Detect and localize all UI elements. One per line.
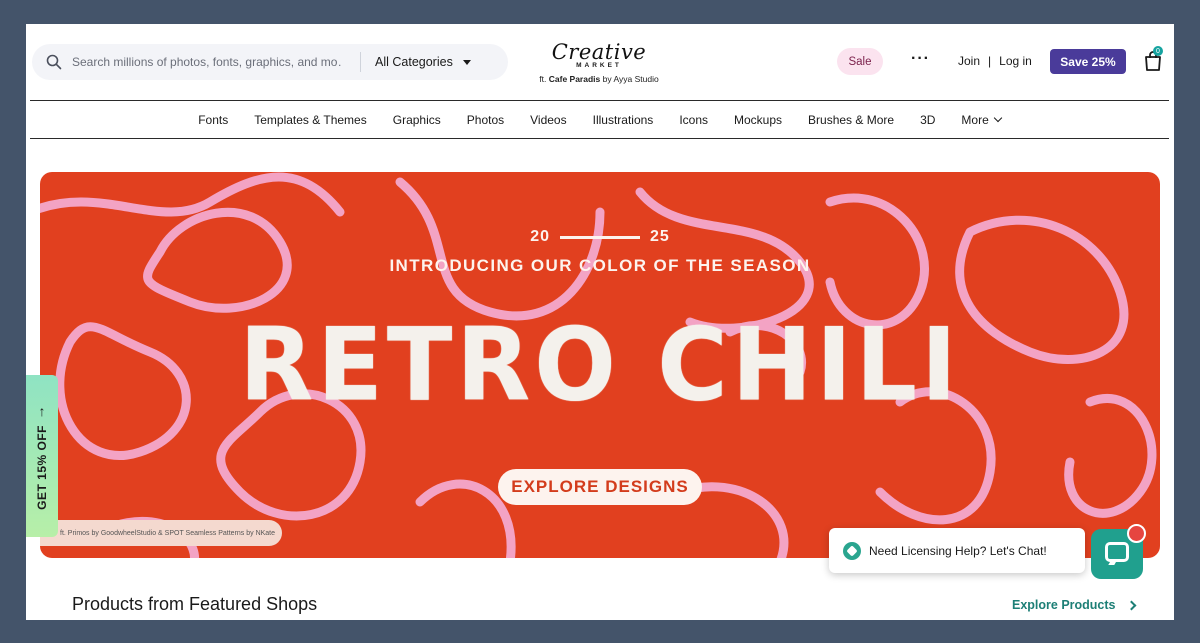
nav-item-label: Graphics (392, 112, 441, 127)
chat-bubble-icon (1105, 542, 1129, 562)
nav-item-photos[interactable]: Photos (467, 113, 504, 127)
search-icon[interactable] (46, 54, 62, 70)
page: All Categories Creative MARKET ft. Cafe … (26, 24, 1174, 620)
hero-title: RETRO CHILI (239, 306, 961, 424)
nav-item-label: Fonts (198, 112, 229, 127)
nav-item-graphics[interactable]: Graphics (393, 113, 441, 127)
logo[interactable]: Creative MARKET ft. Cafe Paradis by Ayya… (534, 40, 664, 85)
explore-designs-button[interactable]: EXPLORE DESIGNS (498, 469, 702, 505)
nav-item-label: Icons (679, 112, 708, 127)
explore-products-label: Explore Products (1012, 598, 1116, 612)
hero-year: 20 25 (40, 228, 1160, 246)
chat-prompt[interactable]: Need Licensing Help? Let's Chat! (829, 528, 1085, 573)
chat-prompt-text: Need Licensing Help? Let's Chat! (869, 543, 1047, 558)
nav-item-3d[interactable]: 3D (920, 113, 935, 127)
chat-notification-dot (1127, 524, 1146, 543)
search-divider (360, 52, 361, 72)
arrow-up-icon: ↑ (38, 403, 46, 419)
hero-year-divider (560, 235, 640, 239)
nav-item-icons[interactable]: Icons (679, 113, 708, 127)
nav-item-more[interactable]: More (961, 112, 1003, 127)
categories-label: All Categories (375, 55, 453, 69)
nav-item-label: Mockups (734, 112, 783, 127)
logo-credit-name: Cafe Paradis (548, 74, 601, 84)
logo-credit-prefix: ft. (539, 74, 547, 84)
nav-item-label: Brushes & More (808, 112, 895, 127)
login-link[interactable]: Log in (999, 54, 1032, 68)
logo-credit: ft. Cafe Paradis by Ayya Studio (534, 74, 664, 84)
chevron-right-icon (1126, 600, 1136, 610)
nav-item-label: More (961, 112, 989, 127)
logo-wordmark: Creative (551, 40, 647, 64)
hero-year-right: 25 (650, 228, 670, 245)
cart-count-badge: 0 (1153, 46, 1163, 56)
hero-year-left: 20 (530, 228, 550, 245)
discount-label: GET 15% OFF (35, 425, 49, 510)
nav-item-templates-themes[interactable]: Templates & Themes (254, 113, 367, 127)
hero-credit: ft. Primos by GoodwheelStudio & SPOT Sea… (40, 520, 282, 546)
save-button[interactable]: Save 25% (1050, 49, 1126, 74)
nav-item-label: Photos (466, 112, 505, 127)
search-bar: All Categories (32, 44, 508, 80)
caret-down-icon (462, 59, 471, 65)
nav-item-illustrations[interactable]: Illustrations (593, 113, 654, 127)
nav-item-label: Illustrations (592, 112, 654, 127)
categories-dropdown[interactable]: All Categories (375, 55, 471, 69)
search-input[interactable] (72, 55, 342, 69)
logo-credit-suffix: by Ayya Studio (602, 74, 659, 84)
category-nav: Fonts Templates & Themes Graphics Photos… (30, 100, 1169, 139)
chevron-down-icon (993, 113, 1003, 122)
explore-products-link[interactable]: Explore Products (1012, 598, 1136, 612)
nav-item-fonts[interactable]: Fonts (198, 113, 228, 127)
tag-icon (843, 541, 861, 560)
nav-item-mockups[interactable]: Mockups (734, 113, 782, 127)
hero-banner[interactable]: 20 25 INTRODUCING OUR COLOR OF THE SEASO… (40, 172, 1160, 558)
nav-item-brushes-more[interactable]: Brushes & More (808, 113, 894, 127)
discount-side-tab[interactable]: ↑ GET 15% OFF (26, 375, 58, 537)
nav-item-label: 3D (920, 112, 936, 127)
sale-button[interactable]: Sale (837, 48, 883, 75)
more-options-icon[interactable]: ··· (911, 50, 930, 68)
auth-links: Join | Log in (958, 54, 1032, 68)
hero-intro: INTRODUCING OUR COLOR OF THE SEASON (389, 256, 811, 275)
join-link[interactable]: Join (958, 54, 980, 68)
auth-separator: | (988, 54, 992, 68)
nav-item-videos[interactable]: Videos (530, 113, 566, 127)
section-title: Products from Featured Shops (72, 594, 318, 614)
nav-item-label: Templates & Themes (254, 112, 367, 127)
nav-item-label: Videos (530, 112, 567, 127)
